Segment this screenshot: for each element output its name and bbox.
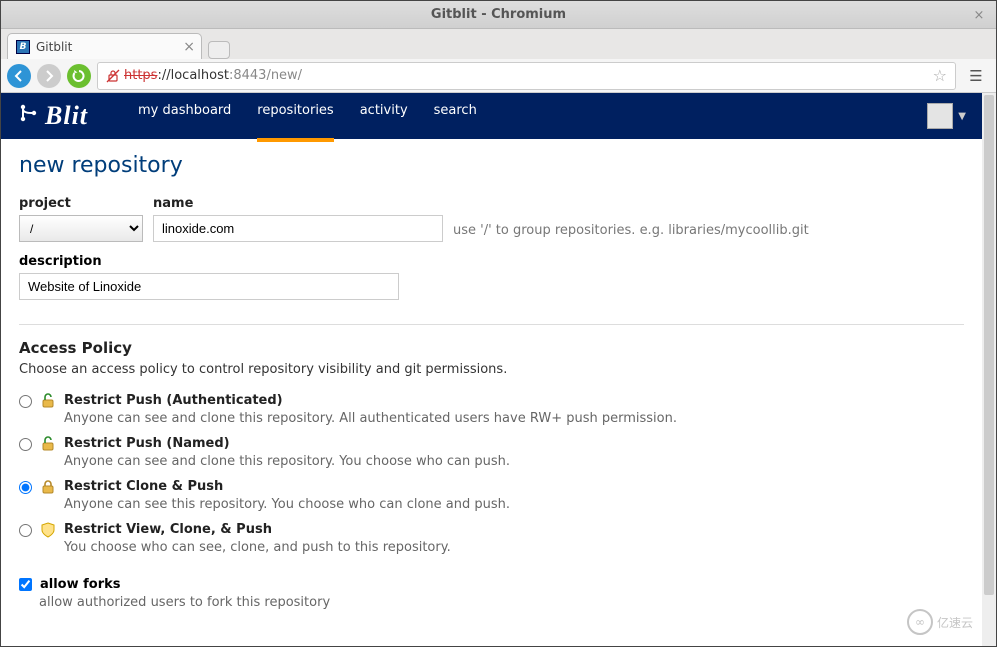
name-hint: use '/' to group repositories. e.g. libr… <box>453 223 809 242</box>
tab-close-icon[interactable]: × <box>183 39 195 55</box>
reload-icon <box>72 69 86 83</box>
reload-button[interactable] <box>67 64 91 88</box>
policy-desc: Anyone can see and clone this repository… <box>64 454 964 469</box>
bookmark-star-icon[interactable]: ☆ <box>933 66 947 85</box>
description-input[interactable] <box>19 273 399 300</box>
policy-desc: Anyone can see this repository. You choo… <box>64 497 964 512</box>
nav-activity[interactable]: activity <box>360 103 408 130</box>
lock-closed-icon <box>40 479 56 495</box>
tab-title: Gitblit <box>36 40 72 54</box>
browser-menu-button[interactable]: ☰ <box>962 62 990 90</box>
name-label: name <box>153 196 443 211</box>
brand-text: Blit <box>45 101 88 131</box>
description-label: description <box>19 254 964 269</box>
nav-search[interactable]: search <box>434 103 477 130</box>
lock-open-icon <box>40 393 56 409</box>
url-protocol: https <box>124 68 157 83</box>
new-tab-button[interactable] <box>208 41 230 59</box>
browser-tabstrip: B Gitblit × <box>1 29 996 59</box>
policy-option[interactable]: Restrict Clone & Push Anyone can see thi… <box>19 479 964 512</box>
watermark-logo-icon: ∞ <box>907 609 933 635</box>
url-port: :8443 <box>229 68 266 83</box>
browser-tab[interactable]: B Gitblit × <box>7 33 202 59</box>
page-title: new repository <box>19 153 964 178</box>
caret-down-icon: ▼ <box>958 111 966 122</box>
policy-desc: Anyone can see and clone this repository… <box>64 411 964 426</box>
policy-radio-2[interactable] <box>19 481 32 494</box>
allow-forks-desc: allow authorized users to fork this repo… <box>39 595 964 610</box>
vertical-scrollbar[interactable] <box>982 93 996 646</box>
url-host: localhost <box>171 68 229 83</box>
project-select[interactable]: / <box>19 215 143 242</box>
brand-logo[interactable]: Blit <box>17 101 88 131</box>
avatar-icon <box>927 103 953 129</box>
arrow-right-icon <box>43 70 55 82</box>
insecure-https-icon <box>106 69 120 83</box>
policy-title: Restrict Push (Named) <box>64 436 964 451</box>
access-policy-subtitle: Choose an access policy to control repos… <box>19 362 964 377</box>
back-button[interactable] <box>7 64 31 88</box>
gitblit-favicon-icon: B <box>16 40 30 54</box>
app-navbar: Blit my dashboard repositories activity … <box>1 93 982 139</box>
nav-menu: my dashboard repositories activity searc… <box>138 103 477 130</box>
allow-forks-checkbox[interactable] <box>19 578 32 591</box>
watermark: ∞ 亿速云 <box>907 609 973 635</box>
git-icon <box>17 101 41 131</box>
browser-toolbar: https://localhost:8443/new/ ☆ ☰ <box>1 59 996 93</box>
divider <box>19 324 964 325</box>
window-close-button[interactable]: × <box>970 6 988 24</box>
allow-forks-label: allow forks <box>40 577 121 592</box>
lock-open-icon <box>40 436 56 452</box>
shield-icon <box>40 522 56 538</box>
policy-option[interactable]: Restrict Push (Named) Anyone can see and… <box>19 436 964 469</box>
policy-title: Restrict Push (Authenticated) <box>64 393 964 408</box>
address-bar[interactable]: https://localhost:8443/new/ ☆ <box>97 62 956 90</box>
policy-desc: You choose who can see, clone, and push … <box>64 540 964 555</box>
url-path: /new/ <box>266 68 302 83</box>
scrollbar-thumb[interactable] <box>984 95 994 595</box>
policy-radio-0[interactable] <box>19 395 32 408</box>
policy-radio-1[interactable] <box>19 438 32 451</box>
window-titlebar: Gitblit - Chromium × <box>1 1 996 29</box>
nav-repositories[interactable]: repositories <box>257 103 333 130</box>
nav-my-dashboard[interactable]: my dashboard <box>138 103 231 130</box>
access-policy-list: Restrict Push (Authenticated) Anyone can… <box>19 393 964 555</box>
policy-title: Restrict View, Clone, & Push <box>64 522 964 537</box>
policy-option[interactable]: Restrict View, Clone, & Push You choose … <box>19 522 964 555</box>
access-policy-title: Access Policy <box>19 339 964 357</box>
project-label: project <box>19 196 143 211</box>
arrow-left-icon <box>13 70 25 82</box>
policy-title: Restrict Clone & Push <box>64 479 964 494</box>
policy-radio-3[interactable] <box>19 524 32 537</box>
forward-button[interactable] <box>37 64 61 88</box>
policy-option[interactable]: Restrict Push (Authenticated) Anyone can… <box>19 393 964 426</box>
name-input[interactable] <box>153 215 443 242</box>
window-title: Gitblit - Chromium <box>431 7 566 22</box>
user-menu[interactable]: ▼ <box>927 103 966 129</box>
watermark-text: 亿速云 <box>937 614 973 631</box>
